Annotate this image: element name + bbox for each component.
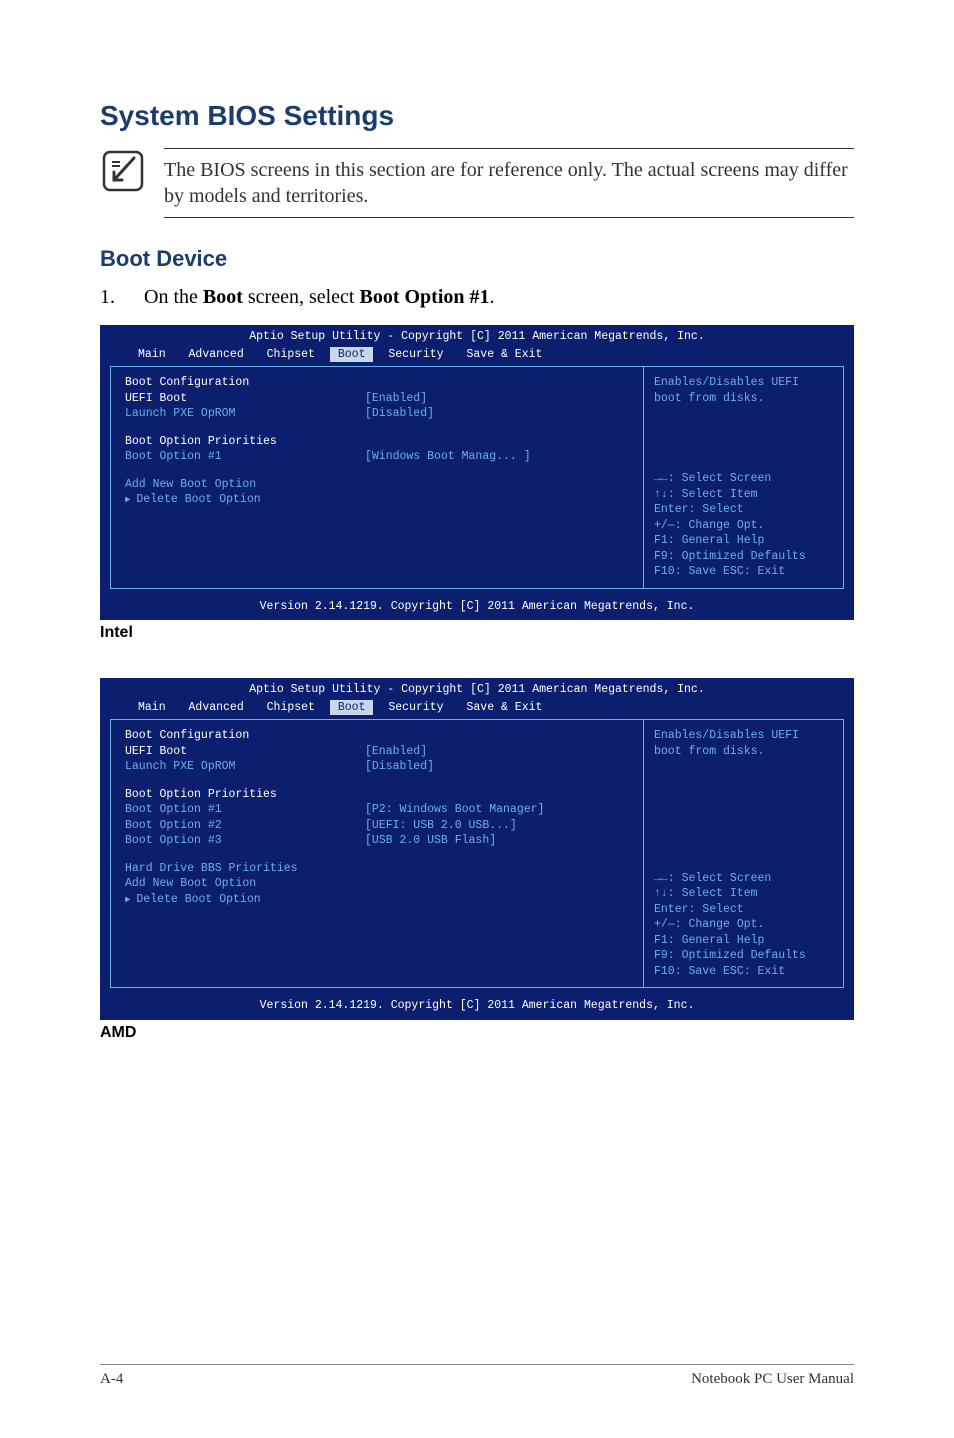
bios-tab-bar: Main Advanced Chipset Boot Security Save… <box>100 345 854 367</box>
tab-boot[interactable]: Boot <box>330 347 374 363</box>
page-footer: A-4 Notebook PC User Manual <box>100 1364 854 1388</box>
bios-key-help: →←: Select Screen ↑↓: Select Item Enter:… <box>654 871 833 980</box>
note-text: The BIOS screens in this section are for… <box>164 148 854 218</box>
tab-chipset[interactable]: Chipset <box>259 347 323 363</box>
add-boot-option[interactable]: Add New Boot Option <box>125 876 629 892</box>
caption-intel: Intel <box>100 624 854 642</box>
uefi-boot-label: UEFI Boot <box>125 391 365 407</box>
bios-title: Aptio Setup Utility - Copyright [C] 2011… <box>100 325 854 345</box>
note-block: The BIOS screens in this section are for… <box>100 148 854 218</box>
bios-version-footer: Version 2.14.1219. Copyright [C] 2011 Am… <box>100 595 854 621</box>
uefi-boot-row[interactable]: UEFI Boot [Enabled] <box>125 391 629 407</box>
boot-configuration-heading: Boot Configuration <box>125 375 629 391</box>
boot-option-1-row[interactable]: Boot Option #1 [Windows Boot Manag... ] <box>125 449 629 465</box>
manual-title: Notebook PC User Manual <box>691 1371 854 1388</box>
bios-left-pane: Boot Configuration UEFI Boot [Enabled] L… <box>111 720 643 987</box>
tab-security[interactable]: Security <box>380 700 451 716</box>
bios-right-pane: Enables/Disables UEFI boot from disks. →… <box>643 367 843 588</box>
page-title: System BIOS Settings <box>100 100 854 132</box>
bios-right-pane: Enables/Disables UEFI boot from disks. →… <box>643 720 843 987</box>
step-text: On the Boot screen, select Boot Option #… <box>144 286 495 309</box>
bios-screenshot-amd: Aptio Setup Utility - Copyright [C] 2011… <box>100 678 854 1020</box>
page-number: A-4 <box>100 1371 123 1388</box>
add-boot-option[interactable]: Add New Boot Option <box>125 477 629 493</box>
boot-configuration-heading: Boot Configuration <box>125 728 629 744</box>
boot-option-1-value: [P2: Windows Boot Manager] <box>365 802 544 818</box>
caption-amd: AMD <box>100 1024 854 1042</box>
tab-main[interactable]: Main <box>130 347 174 363</box>
pxe-value: [Disabled] <box>365 759 434 775</box>
boot-option-1-row[interactable]: Boot Option #1 [P2: Windows Boot Manager… <box>125 802 629 818</box>
uefi-boot-label: UEFI Boot <box>125 744 365 760</box>
bios-help-text: Enables/Disables UEFI boot from disks. <box>654 375 833 406</box>
boot-priorities-heading: Boot Option Priorities <box>125 787 629 803</box>
pxe-value: [Disabled] <box>365 406 434 422</box>
boot-option-2-value: [UEFI: USB 2.0 USB...] <box>365 818 517 834</box>
tab-boot[interactable]: Boot <box>330 700 374 716</box>
delete-boot-option[interactable]: Delete Boot Option <box>125 892 629 908</box>
uefi-boot-value: [Enabled] <box>365 744 427 760</box>
boot-option-2-row[interactable]: Boot Option #2 [UEFI: USB 2.0 USB...] <box>125 818 629 834</box>
tab-save-exit[interactable]: Save & Exit <box>459 347 551 363</box>
step-1: 1. On the Boot screen, select Boot Optio… <box>100 286 854 309</box>
tab-chipset[interactable]: Chipset <box>259 700 323 716</box>
tab-save-exit[interactable]: Save & Exit <box>459 700 551 716</box>
hard-drive-bbs[interactable]: Hard Drive BBS Priorities <box>125 861 629 877</box>
bios-key-help: →←: Select Screen ↑↓: Select Item Enter:… <box>654 471 833 580</box>
bios-screenshot-intel: Aptio Setup Utility - Copyright [C] 2011… <box>100 325 854 620</box>
pxe-oprom-row[interactable]: Launch PXE OpROM [Disabled] <box>125 406 629 422</box>
bios-tab-bar: Main Advanced Chipset Boot Security Save… <box>100 698 854 720</box>
step-number: 1. <box>100 286 124 309</box>
uefi-boot-row[interactable]: UEFI Boot [Enabled] <box>125 744 629 760</box>
boot-option-1-label: Boot Option #1 <box>125 802 365 818</box>
tab-security[interactable]: Security <box>380 347 451 363</box>
boot-option-2-label: Boot Option #2 <box>125 818 365 834</box>
uefi-boot-value: [Enabled] <box>365 391 427 407</box>
boot-option-1-label: Boot Option #1 <box>125 449 365 465</box>
tab-advanced[interactable]: Advanced <box>181 700 252 716</box>
bios-version-footer: Version 2.14.1219. Copyright [C] 2011 Am… <box>100 994 854 1020</box>
delete-boot-option[interactable]: Delete Boot Option <box>125 492 629 508</box>
boot-option-1-value: [Windows Boot Manag... ] <box>365 449 531 465</box>
boot-option-3-label: Boot Option #3 <box>125 833 365 849</box>
bios-title: Aptio Setup Utility - Copyright [C] 2011… <box>100 678 854 698</box>
pxe-label: Launch PXE OpROM <box>125 406 365 422</box>
tab-main[interactable]: Main <box>130 700 174 716</box>
boot-priorities-heading: Boot Option Priorities <box>125 434 629 450</box>
boot-option-3-value: [USB 2.0 USB Flash] <box>365 833 496 849</box>
bios-help-text: Enables/Disables UEFI boot from disks. <box>654 728 833 759</box>
note-icon <box>100 148 146 218</box>
boot-option-3-row[interactable]: Boot Option #3 [USB 2.0 USB Flash] <box>125 833 629 849</box>
bios-left-pane: Boot Configuration UEFI Boot [Enabled] L… <box>111 367 643 588</box>
tab-advanced[interactable]: Advanced <box>181 347 252 363</box>
section-heading: Boot Device <box>100 246 854 272</box>
pxe-oprom-row[interactable]: Launch PXE OpROM [Disabled] <box>125 759 629 775</box>
pxe-label: Launch PXE OpROM <box>125 759 365 775</box>
